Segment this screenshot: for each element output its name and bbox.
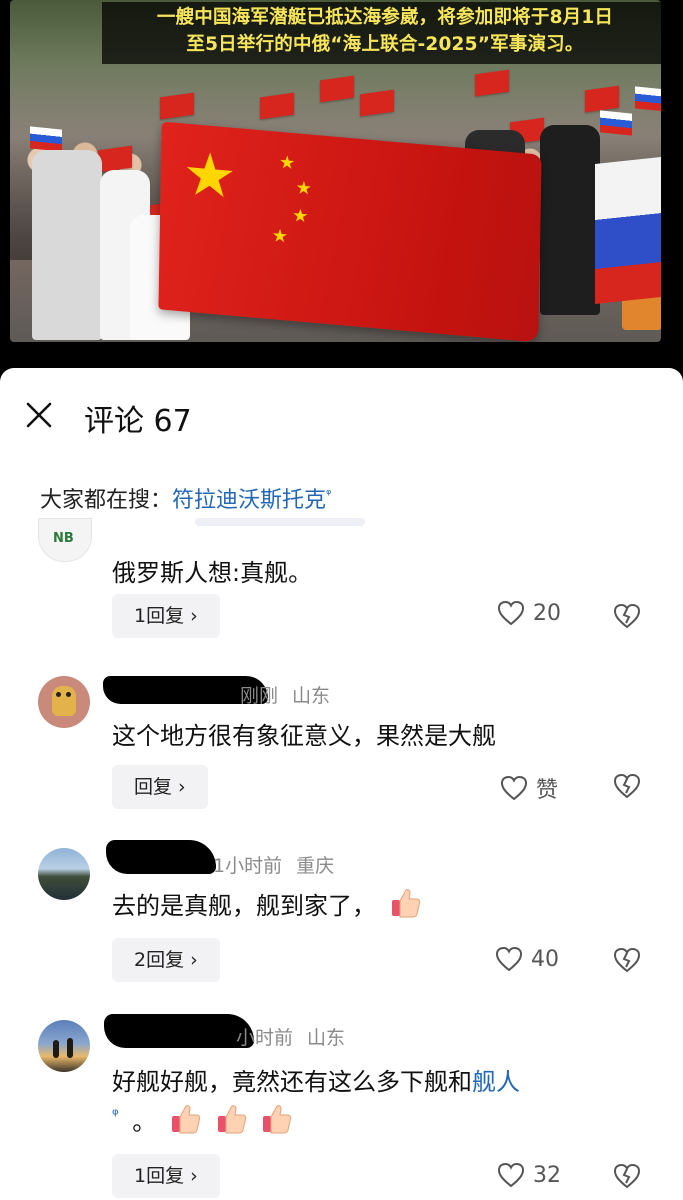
person-figure (540, 125, 600, 315)
avatar[interactable] (38, 676, 90, 728)
large-russia-flag (595, 156, 661, 304)
comment-location: 山东 (307, 1027, 346, 1049)
heart-icon (497, 1162, 525, 1188)
video-frame[interactable]: ★ ★ ★ ★ ★ 一艘中国海军潜艇已抵达海参崴，将参加即将于8月1日 至5日举… (10, 0, 661, 342)
flag-small-star-icon: ★ (295, 177, 313, 200)
broken-heart-icon (613, 947, 641, 973)
dislike-button[interactable] (612, 772, 642, 802)
search-icon: ᵠ (326, 487, 332, 503)
reply-button[interactable]: 回复 › (112, 765, 208, 809)
avatar[interactable]: NB (38, 518, 92, 562)
close-icon (26, 402, 52, 428)
avatar[interactable] (38, 1020, 90, 1072)
flag-small-star-icon: ★ (292, 204, 309, 228)
close-button[interactable] (24, 400, 54, 430)
comment-text: 俄罗斯人想:真舰。 (112, 559, 313, 587)
hot-search-link-text: 符拉迪沃斯托克 (172, 488, 327, 513)
comment-meta: 小时前 山东 (236, 1023, 345, 1050)
large-china-flag: ★ ★ ★ ★ ★ (158, 121, 542, 342)
duck-avatar-icon (52, 686, 76, 716)
like-count: 20 (533, 600, 561, 626)
nb-logo-icon: NB (53, 531, 74, 546)
comment-text: 去的是真舰，舰到家了， (112, 886, 422, 921)
flag-small-star-icon: ★ (278, 151, 296, 175)
comment-text-body: 好舰好舰，竟然还有这么多下舰和 (112, 1068, 472, 1096)
hot-search-label: 大家都在搜： (40, 488, 173, 513)
broken-heart-icon (613, 603, 641, 629)
dislike-button[interactable] (612, 1162, 642, 1192)
video-caption: 一艘中国海军潜艇已抵达海参崴，将参加即将于8月1日 至5日举行的中俄“海上联合-… (102, 2, 661, 64)
small-russia-flag (600, 110, 632, 136)
small-russia-flag (635, 86, 661, 112)
like-button[interactable]: 32 (497, 1162, 561, 1188)
person-figure (32, 150, 102, 340)
heart-icon (500, 775, 528, 801)
heart-icon (495, 946, 523, 972)
comment-text-body: 去的是真舰，舰到家了， (112, 892, 376, 920)
comment-text: 好舰好舰，竟然还有这么多下舰和舰人 (112, 1062, 520, 1097)
hot-search-link[interactable]: 符拉迪沃斯托克ᵠ (172, 488, 331, 513)
comment-text-line2: ᵠ 。 (112, 1102, 293, 1137)
comment-time: 刚刚 (240, 685, 279, 707)
small-russia-flag (30, 126, 62, 152)
like-button[interactable]: 20 (497, 600, 561, 626)
broken-heart-icon (613, 773, 641, 799)
like-count: 赞 (536, 778, 559, 803)
scrolled-meta (195, 518, 365, 526)
reply-button[interactable]: 1回复 › (112, 594, 220, 638)
hot-search-row: 大家都在搜：符拉迪沃斯托克ᵠ (40, 482, 331, 514)
comments-title: 评论 67 (84, 404, 192, 439)
flag-big-star-icon: ★ (182, 138, 238, 214)
dislike-button[interactable] (612, 946, 642, 976)
like-count: 40 (531, 946, 559, 972)
like-button[interactable]: 40 (495, 946, 559, 972)
silhouette-icon (67, 1038, 73, 1058)
dislike-button[interactable] (612, 602, 642, 632)
comment-time: 1小时前 (213, 855, 283, 877)
comment-time: 小时前 (236, 1027, 294, 1049)
comments-sheet: 评论 67 大家都在搜：符拉迪沃斯托克ᵠ NB 俄罗斯人想:真舰。 1回复 › … (0, 368, 683, 1200)
duck-eye-icon (66, 692, 71, 697)
comment-meta: 1小时前 重庆 (213, 851, 334, 878)
caption-line: 一艘中国海军潜艇已抵达海参崴，将参加即将于8月1日 (156, 7, 614, 28)
thumbs-up-icon (263, 1105, 292, 1134)
thumbs-up-icon (171, 1105, 201, 1134)
comment-location: 重庆 (296, 855, 335, 877)
comment-text-tail: 。 (132, 1108, 157, 1136)
reply-button[interactable]: 2回复 › (112, 938, 220, 982)
like-count: 32 (533, 1162, 561, 1188)
duck-eye-icon (56, 692, 61, 697)
redacted-username (106, 840, 216, 874)
comment-location: 山东 (292, 685, 331, 707)
broken-heart-icon (613, 1163, 641, 1189)
avatar[interactable] (38, 848, 90, 900)
like-button[interactable]: 赞 (500, 772, 558, 804)
comment-text: 这个地方很有象征意义，果然是大舰 (112, 722, 496, 750)
thumbs-up-icon (217, 1105, 246, 1134)
caption-line: 至5日举行的中俄“海上联合-2025”军事演习。 (186, 34, 584, 55)
inline-search-link[interactable]: 舰人 (472, 1068, 520, 1096)
comment-meta: 刚刚 山东 (240, 681, 330, 708)
thumbs-up-icon (391, 889, 420, 918)
redacted-username (104, 1014, 254, 1048)
silhouette-icon (53, 1040, 59, 1058)
search-icon[interactable]: ᵠ (112, 1105, 119, 1124)
flag-small-star-icon: ★ (271, 225, 289, 248)
heart-icon (497, 600, 525, 626)
reply-button[interactable]: 1回复 › (112, 1154, 220, 1198)
